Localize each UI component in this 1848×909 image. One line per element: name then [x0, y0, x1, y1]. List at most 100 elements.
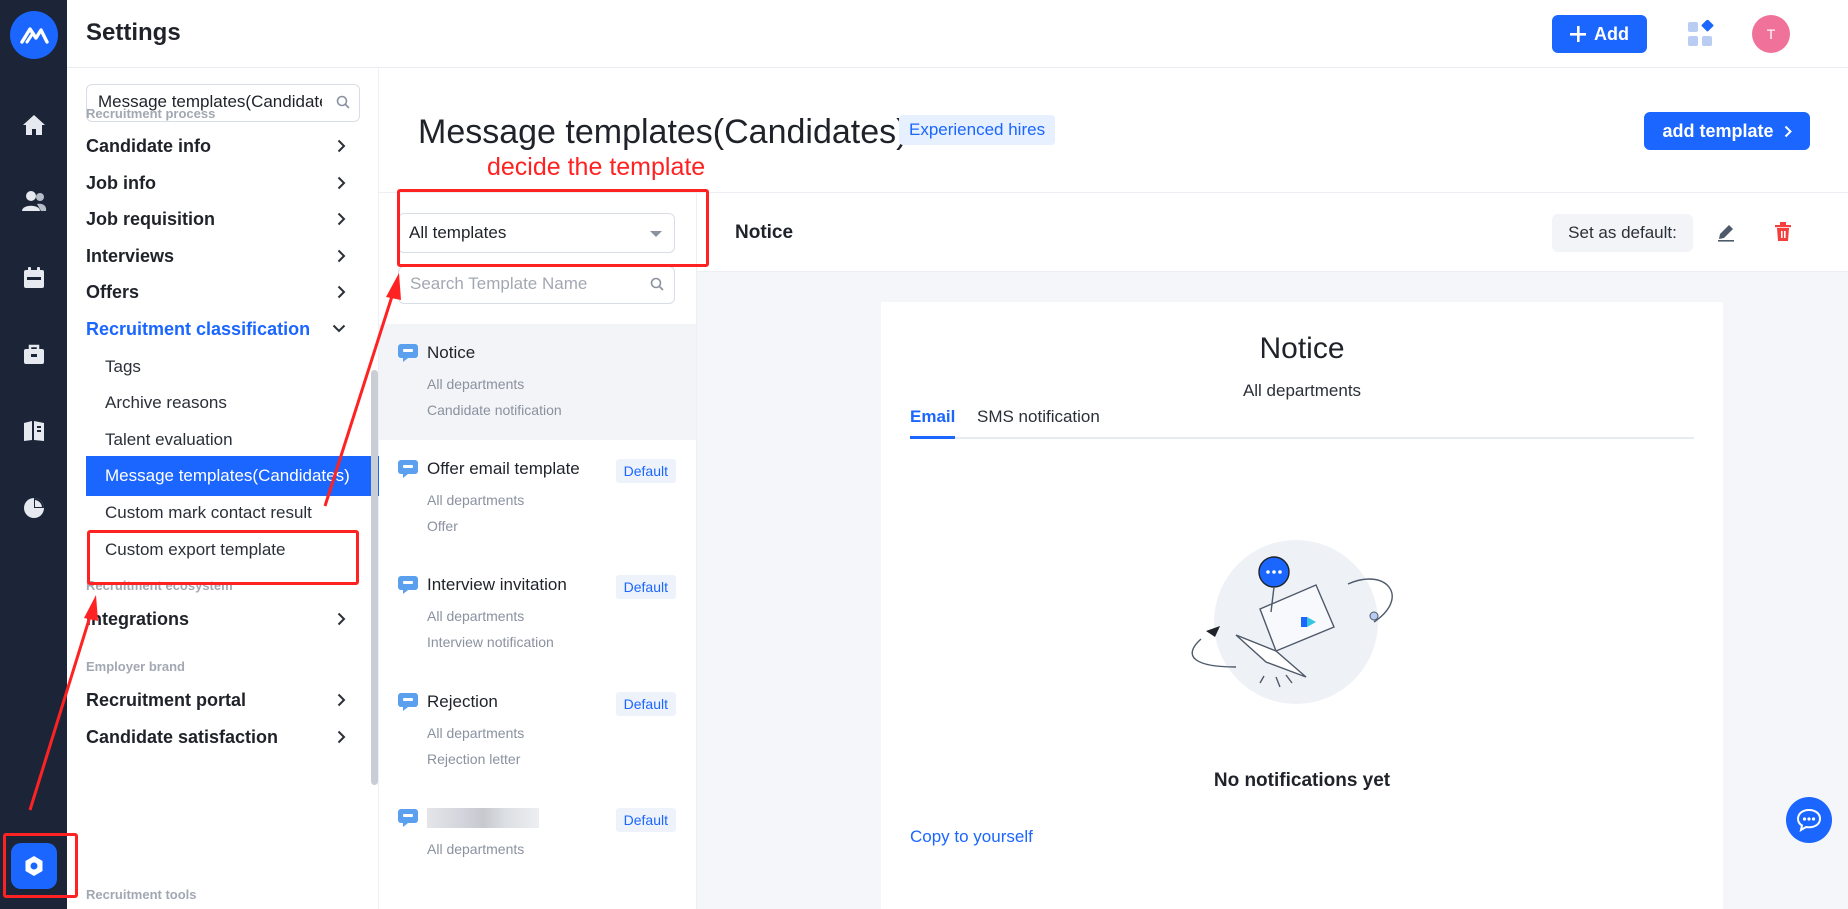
edit-icon[interactable] — [1716, 222, 1736, 242]
preview-tabs: Email SMS notification — [910, 397, 1694, 439]
template-name: Interview invitation — [427, 575, 567, 594]
chevron-right-icon — [337, 612, 346, 626]
sidebar-item-label: Interviews — [86, 245, 175, 266]
empty-state-illustration — [1191, 540, 1393, 704]
sidebar-item-label: Recruitment portal — [86, 689, 247, 710]
search-icon[interactable] — [650, 277, 664, 291]
people-icon[interactable] — [18, 185, 50, 217]
message-icon — [398, 809, 418, 827]
sidebar-item-candidate-info[interactable]: Candidate info — [86, 128, 360, 164]
template-type: Rejection letter — [427, 751, 521, 767]
sidebar-item-job-info[interactable]: Job info — [86, 165, 360, 201]
home-icon[interactable] — [18, 109, 50, 141]
template-item-rejection[interactable]: Rejection Default All departments Reject… — [379, 673, 696, 789]
copy-to-yourself-link[interactable]: Copy to yourself — [910, 827, 1033, 847]
trash-icon[interactable] — [1774, 222, 1792, 242]
book-icon[interactable] — [18, 415, 50, 447]
template-detail-body: Notice All departments Email SMS notific… — [697, 272, 1848, 909]
template-department: All departments — [427, 725, 525, 741]
pie-chart-icon[interactable] — [18, 492, 50, 524]
calendar-icon[interactable] — [18, 262, 50, 294]
section-recruitment-tools: Recruitment tools — [86, 887, 197, 902]
preview-title: Notice — [1259, 332, 1345, 365]
sidebar-item-label: Candidate satisfaction — [86, 726, 279, 747]
template-item-redacted[interactable]: Default All departments — [379, 789, 696, 905]
message-icon — [398, 693, 418, 711]
template-search-box[interactable] — [398, 266, 675, 304]
sidebar-subitem-tags[interactable]: Tags — [86, 347, 380, 387]
add-button[interactable]: Add — [1552, 15, 1647, 53]
tab-email[interactable]: Email — [910, 397, 956, 439]
template-search-input[interactable] — [408, 267, 648, 301]
app-title: Settings — [86, 19, 181, 46]
chevron-right-icon — [337, 139, 346, 153]
default-badge: Default — [615, 808, 676, 832]
sidebar-subitem-custom-mark-contact-result[interactable]: Custom mark contact result — [86, 493, 380, 533]
template-department: All departments — [427, 608, 525, 624]
template-name: Offer email template — [427, 459, 580, 478]
search-icon[interactable] — [336, 95, 350, 109]
add-button-label: Add — [1594, 23, 1629, 44]
sidebar-item-label: Offers — [86, 281, 140, 302]
annotation-box-template-filter — [397, 189, 709, 267]
template-preview-card: Notice All departments Email SMS notific… — [881, 302, 1723, 909]
chevron-right-icon — [337, 730, 346, 744]
chat-icon[interactable] — [1786, 797, 1832, 843]
annotation-box-message-templates — [87, 530, 359, 585]
page-title: Message templates(Candidates) — [418, 113, 908, 151]
section-employer-brand: Employer brand — [86, 659, 185, 674]
template-type: Candidate notification — [427, 402, 562, 418]
add-template-label: add template — [1662, 120, 1774, 141]
message-icon — [398, 576, 418, 594]
template-department: All departments — [427, 841, 525, 857]
settings-sidebar: Recruitment process Candidate info Job i… — [67, 68, 380, 909]
plus-icon — [1570, 26, 1586, 42]
redacted-template-name — [427, 808, 539, 828]
add-template-button[interactable]: add template — [1644, 112, 1810, 150]
briefcase-icon[interactable] — [18, 338, 50, 370]
icon-rail — [0, 0, 67, 909]
logo-icon[interactable] — [10, 11, 58, 59]
chevron-right-icon — [337, 212, 346, 226]
sidebar-item-candidate-satisfaction[interactable]: Candidate satisfaction — [86, 719, 360, 755]
default-badge: Default — [615, 575, 676, 599]
sidebar-subitem-message-templates[interactable]: Message templates(Candidates) — [86, 456, 380, 496]
annotation-box-settings — [3, 833, 78, 898]
sidebar-item-label: Job info — [86, 172, 156, 193]
template-name: Rejection — [427, 692, 498, 711]
chevron-right-icon — [337, 176, 346, 190]
sidebar-item-recruitment-portal[interactable]: Recruitment portal — [86, 682, 360, 718]
hire-type-badge: Experienced hires — [899, 115, 1056, 145]
chevron-right-icon — [337, 693, 346, 707]
message-icon — [398, 344, 418, 362]
avatar[interactable]: T — [1752, 15, 1790, 53]
sidebar-item-offers[interactable]: Offers — [86, 274, 360, 310]
sidebar-item-recruitment-classification[interactable]: Recruitment classification — [86, 311, 360, 347]
empty-state-text: No notifications yet — [1213, 770, 1391, 791]
default-badge: Default — [615, 459, 676, 483]
template-item-offer-email[interactable]: Offer email template Default All departm… — [379, 440, 696, 556]
message-icon — [398, 460, 418, 478]
template-department: All departments — [427, 492, 525, 508]
template-detail-header: Notice Set as default: — [697, 193, 1848, 272]
sidebar-scrollbar[interactable] — [371, 370, 378, 785]
sidebar-subitem-archive-reasons[interactable]: Archive reasons — [86, 383, 380, 423]
section-recruitment-process: Recruitment process — [86, 106, 216, 121]
sidebar-item-job-requisition[interactable]: Job requisition — [86, 201, 360, 237]
template-list-panel: All templates Notice All departments Can… — [379, 193, 697, 909]
tab-sms-notification[interactable]: SMS notification — [977, 397, 1100, 437]
sidebar-subitem-talent-evaluation[interactable]: Talent evaluation — [86, 420, 380, 460]
template-item-notice[interactable]: Notice All departments Candidate notific… — [379, 324, 696, 440]
template-type: Offer — [427, 518, 458, 534]
sidebar-item-interviews[interactable]: Interviews — [86, 238, 360, 274]
sidebar-item-label: Integrations — [86, 608, 190, 629]
template-name: Notice — [427, 343, 476, 362]
sidebar-item-integrations[interactable]: Integrations — [86, 601, 360, 637]
template-item-interview-invitation[interactable]: Interview invitation Default All departm… — [379, 556, 696, 672]
chevron-right-icon — [337, 249, 346, 263]
top-bar: Settings Add T — [67, 0, 1848, 68]
chevron-down-icon — [332, 324, 346, 333]
apps-icon[interactable] — [1687, 19, 1715, 48]
sidebar-item-label: Recruitment classification — [86, 318, 311, 339]
set-as-default-button[interactable]: Set as default: — [1552, 214, 1693, 252]
